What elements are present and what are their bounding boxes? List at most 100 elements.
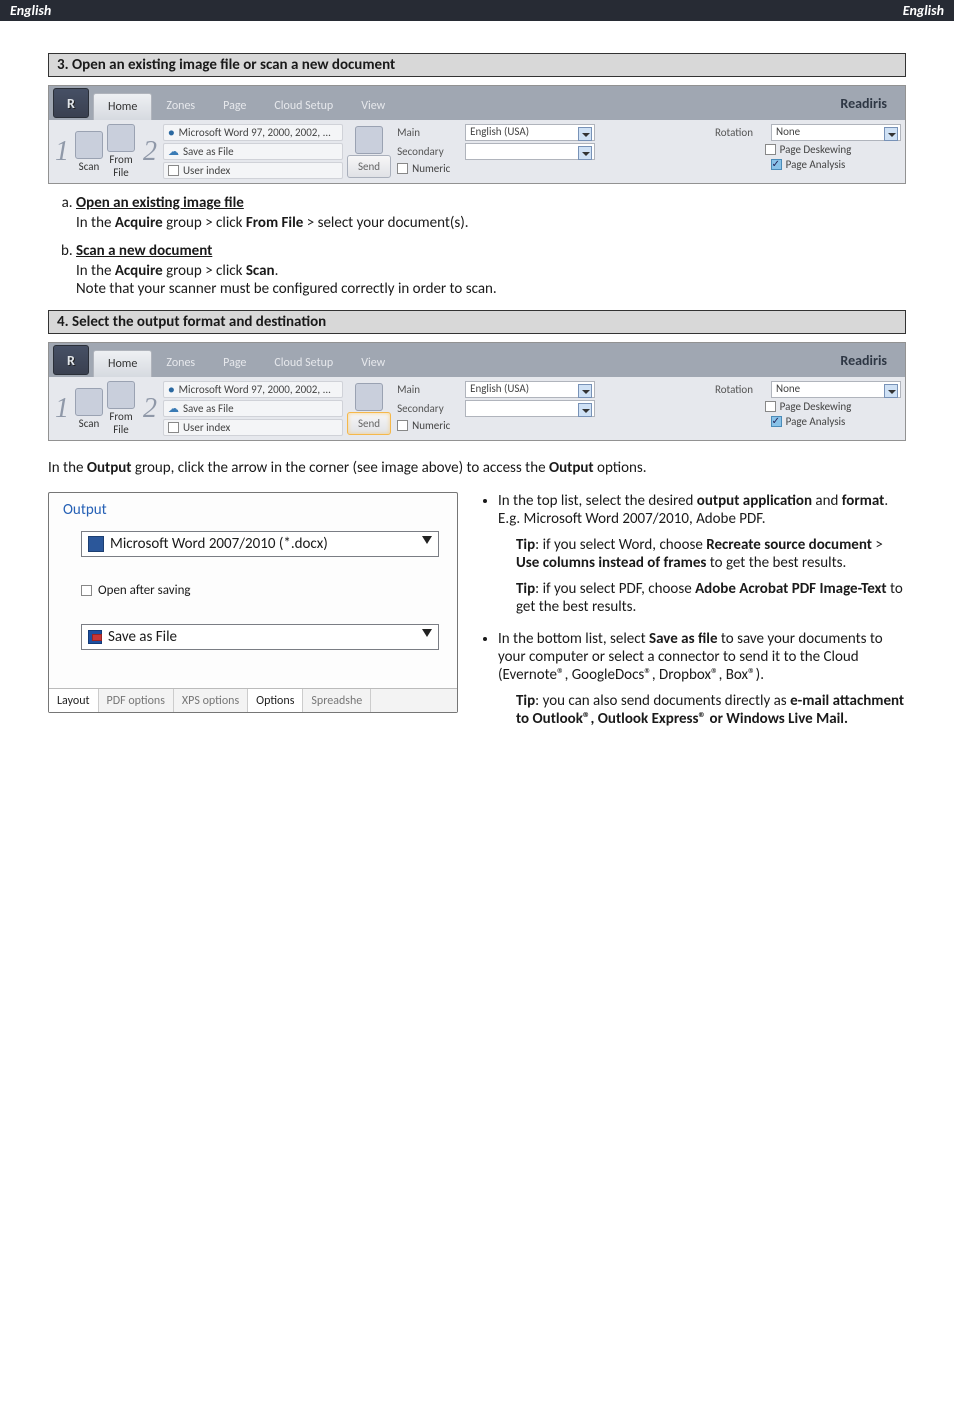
deskew-checkbox[interactable] [765, 401, 776, 412]
chevron-down-icon [578, 403, 592, 417]
app-brand: Readiris [840, 352, 887, 369]
group-number-2: 2 [141, 393, 159, 425]
group-number-1: 1 [53, 136, 71, 168]
dialog-title: Output [49, 493, 457, 523]
numeric-checkbox[interactable] [397, 163, 408, 174]
scan-label: Scan [79, 417, 100, 430]
analysis-label: Page Analysis [786, 415, 846, 428]
lang-numeric-label: Numeric [412, 162, 450, 175]
rotation-field[interactable]: None [771, 124, 901, 141]
dlg-tab-layout[interactable]: Layout [49, 689, 99, 712]
from-file-button[interactable]: From File [107, 381, 135, 436]
tab-page[interactable]: Page [209, 350, 260, 377]
dlg-tab-pdf[interactable]: PDF options [99, 689, 174, 712]
send-button[interactable]: Send [347, 383, 391, 435]
page-analysis-checkbox[interactable] [771, 416, 782, 427]
send-icon [355, 126, 383, 154]
lang-secondary-field[interactable] [465, 400, 595, 417]
user-index-checkbox[interactable] [168, 422, 179, 433]
send-button-label: Send [347, 412, 391, 435]
bullet-save-as: In the bottom list, select Save as file … [498, 630, 906, 728]
ribbon-screenshot-2: R Home Zones Page Cloud Setup View Readi… [48, 342, 906, 441]
tab-view[interactable]: View [347, 93, 399, 120]
dialog-saveas-dropdown[interactable]: Save as File [81, 624, 439, 650]
page-analysis-checkbox[interactable] [771, 159, 782, 170]
lang-secondary-label: Secondary [397, 145, 461, 158]
lang-main-label: Main [397, 126, 461, 139]
tab-zones[interactable]: Zones [152, 93, 209, 120]
app-badge-icon: R [53, 345, 89, 375]
chevron-down-icon [578, 146, 592, 160]
chevron-down-icon [422, 536, 432, 544]
dialog-tabstrip: Layout PDF options XPS options Options S… [49, 688, 457, 712]
word-icon [88, 536, 104, 552]
from-file-label: From File [109, 410, 132, 436]
rotation-label: Rotation [715, 383, 767, 396]
deskew-label: Page Deskewing [780, 400, 852, 413]
step-a-head: Open an existing image file [76, 194, 244, 212]
tab-cloud-setup[interactable]: Cloud Setup [260, 350, 347, 377]
page-header: English English [0, 0, 954, 21]
from-file-label: From File [109, 153, 132, 179]
app-brand: Readiris [840, 95, 887, 112]
step-a-body: In the Acquire group > click From File >… [76, 214, 906, 232]
lang-main-label: Main [397, 383, 461, 396]
header-left: English [10, 2, 51, 19]
folder-icon [107, 381, 135, 409]
tab-home[interactable]: Home [93, 350, 152, 377]
chevron-down-icon [422, 629, 432, 637]
step-b-body: In the Acquire group > click Scan. Note … [76, 262, 906, 298]
chevron-down-icon [884, 384, 898, 398]
output-saveas-line[interactable]: Save as File [183, 145, 234, 158]
tip-word: Tip: if you select Word, choose Recreate… [516, 536, 906, 572]
bullet-output-app: In the top list, select the desired outp… [498, 492, 906, 616]
dialog-saveas-label: Save as File [108, 628, 177, 646]
from-file-button[interactable]: From File [107, 124, 135, 179]
rotation-field[interactable]: None [771, 381, 901, 398]
dlg-tab-spreadsheet[interactable]: Spreadshe [303, 689, 371, 712]
section-title-4: 4. Select the output format and destinat… [48, 310, 906, 334]
tab-cloud-setup[interactable]: Cloud Setup [260, 93, 347, 120]
tab-zones[interactable]: Zones [152, 350, 209, 377]
scan-button[interactable]: Scan [75, 388, 103, 430]
tab-page[interactable]: Page [209, 93, 260, 120]
scanner-icon [75, 131, 103, 159]
lang-numeric-label: Numeric [412, 419, 450, 432]
user-index-label: User index [183, 164, 230, 177]
lang-secondary-label: Secondary [397, 402, 461, 415]
output-format-line[interactable]: Microsoft Word 97, 2000, 2002, ... [179, 383, 331, 396]
lang-main-value: English (USA) [470, 382, 529, 395]
tab-home[interactable]: Home [93, 93, 152, 120]
chevron-down-icon [578, 127, 592, 141]
lang-main-value: English (USA) [470, 125, 529, 138]
open-after-checkbox[interactable] [81, 585, 92, 596]
tip-pdf: Tip: if you select PDF, choose Adobe Acr… [516, 580, 906, 616]
scan-button[interactable]: Scan [75, 131, 103, 173]
output-dialog: Output Microsoft Word 2007/2010 (*.docx)… [48, 492, 458, 713]
send-button[interactable]: Send [347, 126, 391, 178]
lang-main-field[interactable]: English (USA) [465, 381, 595, 398]
tab-view[interactable]: View [347, 350, 399, 377]
header-right: English [903, 2, 944, 19]
group-number-2: 2 [141, 136, 159, 168]
rotation-value: None [776, 382, 800, 395]
chevron-down-icon [884, 127, 898, 141]
rotation-value: None [776, 125, 800, 138]
lang-secondary-field[interactable] [465, 143, 595, 160]
deskew-checkbox[interactable] [765, 144, 776, 155]
output-format-line[interactable]: Microsoft Word 97, 2000, 2002, ... [179, 126, 331, 139]
lang-main-field[interactable]: English (USA) [465, 124, 595, 141]
save-icon [88, 630, 102, 644]
deskew-label: Page Deskewing [780, 143, 852, 156]
user-index-checkbox[interactable] [168, 165, 179, 176]
tip-email: Tip: you can also send documents directl… [516, 692, 906, 728]
output-saveas-line[interactable]: Save as File [183, 402, 234, 415]
dlg-tab-options[interactable]: Options [248, 689, 303, 712]
scanner-icon [75, 388, 103, 416]
ribbon-screenshot-1: R Home Zones Page Cloud Setup View Readi… [48, 85, 906, 184]
numeric-checkbox[interactable] [397, 420, 408, 431]
dialog-format-dropdown[interactable]: Microsoft Word 2007/2010 (*.docx) [81, 531, 439, 557]
dlg-tab-xps[interactable]: XPS options [174, 689, 248, 712]
section-title-3: 3. Open an existing image file or scan a… [48, 53, 906, 77]
send-icon [355, 383, 383, 411]
